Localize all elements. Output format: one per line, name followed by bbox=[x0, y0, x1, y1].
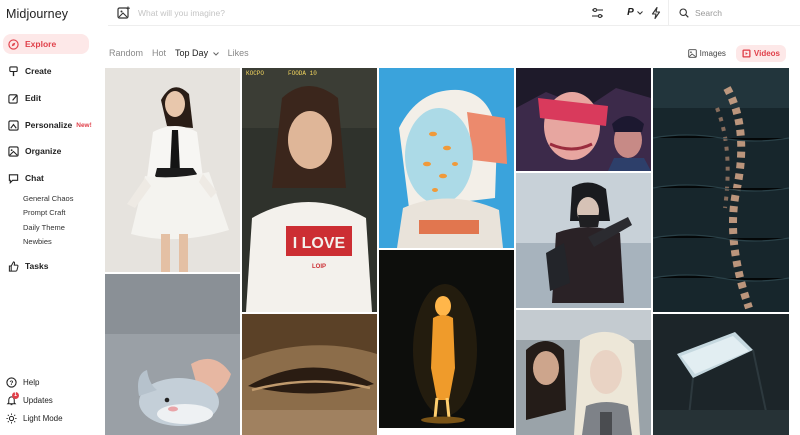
filter-likes[interactable]: Likes bbox=[228, 48, 249, 58]
updates-count-badge: 1 bbox=[12, 391, 19, 399]
sliders-icon bbox=[591, 7, 603, 18]
brush-icon bbox=[8, 65, 19, 77]
help-button[interactable]: ? Help bbox=[6, 374, 39, 390]
help-label: Help bbox=[23, 377, 40, 387]
prompt-input[interactable] bbox=[138, 4, 558, 21]
gallery-image-blue-strip[interactable] bbox=[379, 430, 514, 435]
filter-top-day[interactable]: Top Day bbox=[175, 48, 219, 58]
gallery-grid: I LOVE LOIP KOCPO FOODA 10 bbox=[105, 68, 789, 435]
video-icon bbox=[742, 49, 751, 58]
images-tab-label: Images bbox=[699, 49, 726, 58]
gallery-image-warrior-woman[interactable] bbox=[516, 173, 651, 308]
light-mode-label: Light Mode bbox=[23, 413, 63, 423]
images-tab[interactable]: Images bbox=[682, 45, 732, 62]
profile-p-label: P bbox=[627, 7, 634, 18]
chat-room-prompt-craft[interactable]: Prompt Craft bbox=[23, 208, 66, 217]
chat-room-daily-theme[interactable]: Daily Theme bbox=[23, 223, 65, 232]
gallery-image-girl-love-shirt[interactable]: I LOVE LOIP KOCPO FOODA 10 bbox=[242, 68, 377, 312]
gallery-image-whale-plush[interactable] bbox=[105, 274, 240, 435]
image-icon bbox=[687, 49, 697, 58]
chat-room-general-chaos[interactable]: General Chaos bbox=[23, 194, 73, 203]
new-badge: New! bbox=[76, 121, 92, 129]
gallery-image-anime-visor[interactable] bbox=[516, 68, 651, 171]
gallery-image-two-women[interactable] bbox=[516, 310, 651, 435]
sidebar-item-label: Create bbox=[25, 66, 52, 76]
photo-stamp-left: KOCPO bbox=[246, 70, 264, 77]
gallery-image-glowing-figure[interactable] bbox=[379, 250, 514, 428]
settings-sliders-button[interactable] bbox=[590, 5, 604, 20]
bell-icon: 1 bbox=[6, 391, 19, 406]
shirt-text-love: I LOVE bbox=[293, 235, 346, 252]
app-logo[interactable]: Midjourney bbox=[6, 7, 68, 21]
search-input[interactable] bbox=[695, 8, 795, 18]
updates-label: Updates bbox=[23, 395, 53, 405]
videos-tab[interactable]: Videos bbox=[735, 45, 786, 62]
image-folder-icon bbox=[8, 145, 19, 157]
search-icon bbox=[679, 8, 689, 18]
sidebar-item-personalize[interactable]: Personalize New! bbox=[3, 115, 92, 135]
gallery-image-astronaut-fish[interactable] bbox=[379, 68, 514, 248]
search-box[interactable] bbox=[668, 0, 800, 26]
sidebar-item-label: Personalize bbox=[25, 120, 73, 130]
sidebar-item-label: Chat bbox=[25, 173, 44, 183]
compass-icon bbox=[8, 38, 19, 50]
media-type-toggle: Images Videos bbox=[682, 45, 786, 62]
shirt-text-sub: LOIP bbox=[312, 264, 326, 270]
chevron-down-icon bbox=[212, 51, 219, 56]
chat-room-newbies[interactable]: Newbies bbox=[23, 237, 52, 246]
sidebar-item-label: Explore bbox=[25, 39, 57, 49]
gallery-image-eye-closeup[interactable] bbox=[242, 314, 377, 435]
updates-button[interactable]: 1 Updates bbox=[6, 391, 53, 408]
sidebar-item-label: Organize bbox=[25, 146, 62, 156]
chat-icon bbox=[8, 173, 19, 184]
sidebar-item-organize[interactable]: Organize bbox=[3, 141, 89, 161]
gallery-image-ocean-night[interactable] bbox=[653, 68, 789, 312]
sidebar-item-explore[interactable]: Explore bbox=[3, 34, 89, 54]
sidebar-item-chat[interactable]: Chat bbox=[3, 168, 89, 188]
sidebar-item-tasks[interactable]: Tasks bbox=[3, 256, 89, 276]
sidebar-item-label: Tasks bbox=[25, 261, 49, 271]
photo-stamp-right: FOODA 10 bbox=[288, 70, 317, 77]
sidebar-item-create[interactable]: Create bbox=[3, 61, 89, 81]
svg-text:?: ? bbox=[10, 379, 14, 386]
thumbs-up-icon bbox=[8, 260, 19, 272]
filter-random[interactable]: Random bbox=[109, 48, 143, 58]
feed-filters: Random Hot Top Day Likes bbox=[109, 48, 249, 58]
sidebar: Midjourney Explore Create Edit Personali… bbox=[0, 0, 96, 435]
filter-top-day-label: Top Day bbox=[175, 48, 209, 58]
speed-mode-button[interactable] bbox=[650, 5, 662, 20]
sun-icon bbox=[6, 412, 17, 424]
chevron-down-icon bbox=[636, 10, 643, 15]
personalization-profile-button[interactable]: P bbox=[624, 5, 646, 20]
personalize-icon bbox=[8, 119, 19, 131]
sidebar-item-edit[interactable]: Edit bbox=[3, 88, 89, 108]
gallery-image-girl-white-dress[interactable] bbox=[105, 68, 240, 272]
gallery-image-window-room[interactable] bbox=[653, 314, 789, 435]
light-mode-toggle[interactable]: Light Mode bbox=[6, 410, 63, 426]
filter-hot[interactable]: Hot bbox=[152, 48, 166, 58]
lightning-icon bbox=[651, 6, 661, 19]
help-icon: ? bbox=[6, 376, 17, 388]
add-image-icon[interactable] bbox=[117, 6, 131, 20]
videos-tab-label: Videos bbox=[753, 49, 780, 58]
edit-icon bbox=[8, 93, 19, 104]
sidebar-item-label: Edit bbox=[25, 93, 42, 103]
top-bar: P bbox=[108, 0, 800, 26]
